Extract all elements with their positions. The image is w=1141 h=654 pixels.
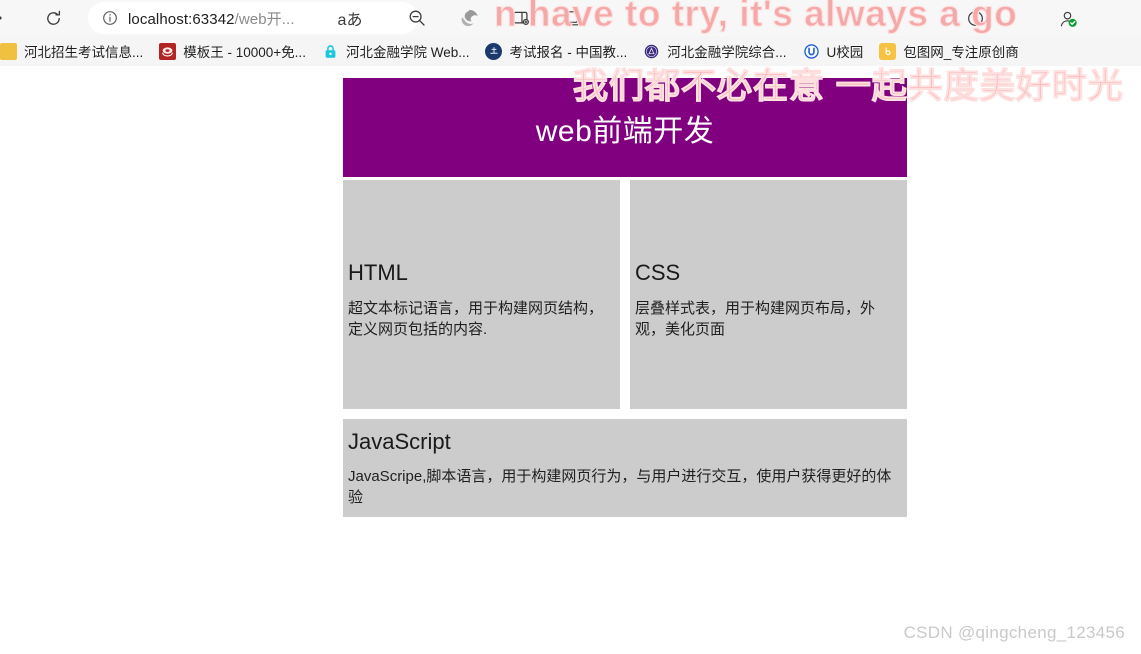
card-title: HTML bbox=[348, 260, 408, 285]
bookmark-hebei-zhaosheng[interactable]: 河北招生考试信息... bbox=[0, 38, 151, 64]
bookmark-label: 模板王 - 10000+免... bbox=[183, 45, 306, 60]
bookmark-label: U校园 bbox=[826, 45, 864, 60]
bookmark-china-edu[interactable]: 考试报名 - 中国教... bbox=[481, 38, 635, 64]
bookmark-label: 包图网_专注原创商 bbox=[903, 45, 1019, 60]
lock-icon bbox=[322, 43, 339, 60]
csdn-watermark: CSDN @qingcheng_123456 bbox=[903, 623, 1125, 642]
read-aloud-label: aあ bbox=[337, 12, 363, 29]
info-circle-icon[interactable] bbox=[98, 6, 122, 30]
bookmarks-bar: 河北招生考试信息... 模板王 - 10000+免... 河北金融学院 Web.… bbox=[0, 36, 1141, 66]
bookmark-label: 考试报名 - 中国教... bbox=[509, 45, 628, 60]
page-title: web前端开发 bbox=[535, 114, 715, 148]
reload-icon[interactable] bbox=[36, 0, 70, 36]
hebei-zhaosheng-favicon bbox=[0, 42, 17, 60]
address-bar-url: localhost:63342/web开... bbox=[128, 8, 295, 29]
page-viewport: web前端开发 HTML 超文本标记语言，用于构建网页结构，定义网页包括的内容.… bbox=[0, 66, 1141, 654]
profile-verified-icon[interactable] bbox=[1050, 0, 1084, 36]
collections-icon[interactable] bbox=[556, 0, 590, 36]
bookmark-baotuwang[interactable]: 包图网_专注原创商 bbox=[875, 38, 1027, 64]
bookmark-uxiaoyuan[interactable]: U校园 bbox=[799, 38, 872, 64]
bookmark-hbfu-web[interactable]: 河北金融学院 Web... bbox=[318, 38, 478, 64]
card-row-top: HTML 超文本标记语言，用于构建网页结构，定义网页包括的内容. CSS 层叠样… bbox=[343, 180, 907, 409]
bookmark-hbfu-portal[interactable]: 河北金融学院综合... bbox=[639, 38, 794, 64]
mobanwang-favicon bbox=[159, 42, 177, 60]
card-description: JavaScripe,脚本语言，用于构建网页行为，与用户进行交互，使用户获得更好… bbox=[348, 468, 892, 506]
bookmark-label: 河北金融学院 Web... bbox=[345, 45, 470, 60]
browser-chrome: localhost:63342/web开... aあ 河北招生考试信息... 模… bbox=[0, 0, 1141, 66]
url-host: localhost:63342 bbox=[128, 10, 235, 28]
forward-arrow-icon[interactable] bbox=[0, 0, 12, 36]
card-title: JavaScript bbox=[348, 429, 451, 454]
split-screen-icon[interactable] bbox=[504, 0, 538, 36]
content-column: web前端开发 HTML 超文本标记语言，用于构建网页结构，定义网页包括的内容.… bbox=[343, 78, 907, 517]
url-path: /web开... bbox=[234, 10, 295, 28]
browser-essentials-icon[interactable] bbox=[452, 0, 486, 36]
card-description: 层叠样式表，用于构建网页布局，外观，美化页面 bbox=[635, 300, 876, 338]
uxiaoyuan-favicon bbox=[803, 43, 820, 60]
card-css[interactable]: CSS 层叠样式表，用于构建网页布局，外观，美化页面 bbox=[630, 180, 907, 409]
card-title: CSS bbox=[635, 260, 681, 285]
baotuwang-favicon bbox=[879, 42, 897, 60]
browser-toolbar: localhost:63342/web开... aあ bbox=[0, 0, 1141, 36]
card-javascript[interactable]: JavaScript JavaScripe,脚本语言，用于构建网页行为，与用户进… bbox=[343, 419, 907, 517]
zoom-out-icon[interactable] bbox=[400, 0, 434, 36]
history-clock-icon[interactable] bbox=[958, 0, 992, 36]
page-header-banner: web前端开发 bbox=[343, 78, 907, 177]
china-edu-favicon bbox=[485, 42, 503, 60]
bookmark-mobanwang[interactable]: 模板王 - 10000+免... bbox=[155, 38, 314, 64]
read-aloud-icon[interactable]: aあ bbox=[330, 0, 370, 36]
hbfu-portal-favicon bbox=[643, 43, 660, 60]
bookmark-label: 河北招生考试信息... bbox=[24, 45, 144, 60]
card-description: 超文本标记语言，用于构建网页结构，定义网页包括的内容. bbox=[348, 300, 604, 338]
bookmark-label: 河北金融学院综合... bbox=[667, 45, 787, 60]
card-html[interactable]: HTML 超文本标记语言，用于构建网页结构，定义网页包括的内容. bbox=[343, 180, 620, 409]
